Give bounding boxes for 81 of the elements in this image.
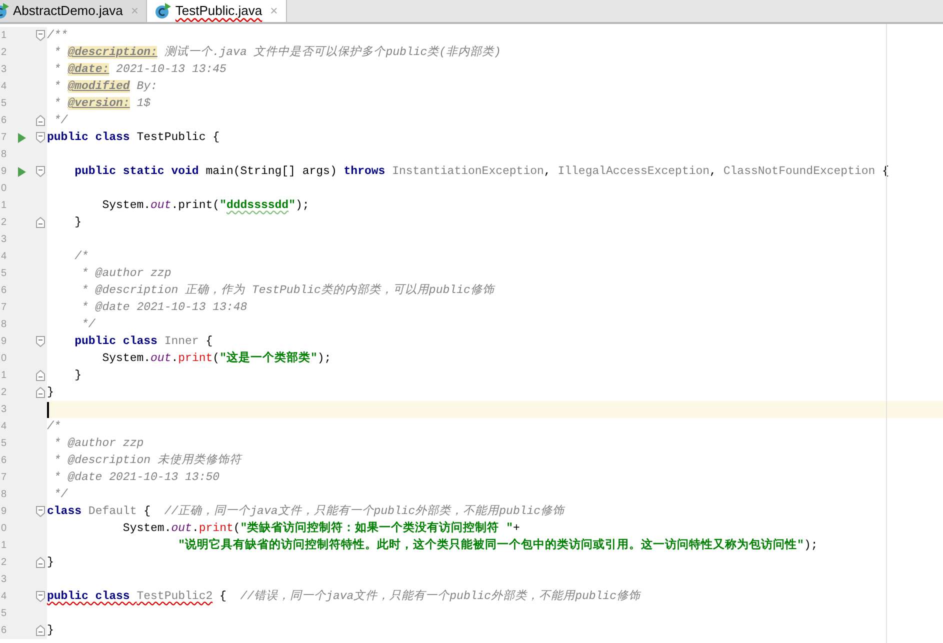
- line-number: 7: [1, 472, 7, 483]
- code-line: */: [52, 113, 68, 129]
- code-line: class Default { //正确，同一个java文件，只能有一个public外部类，不能用public修饰: [47, 503, 565, 520]
- line-number: 5: [1, 98, 7, 109]
- code-line: System.out.print("dddssssdd");: [101, 198, 310, 214]
- line-number: 4: [1, 420, 7, 432]
- line-number: 4: [1, 250, 7, 262]
- code-line: * @date 2021-10-13 13:48: [80, 300, 248, 316]
- code-line: /**: [47, 28, 68, 44]
- line-number: 8: [1, 488, 7, 500]
- line-number: 3: [1, 234, 7, 245]
- fold-icon[interactable]: [36, 506, 45, 517]
- line-number: 1: [1, 540, 7, 551]
- code-line: System.out.print("类缺省访问控制符：如果一个类没有访问控制符 "+: [122, 520, 520, 537]
- code-line: }: [74, 215, 82, 231]
- fold-icon[interactable]: [36, 336, 45, 347]
- code-line: "说明它具有缺省的访问控制符特性。此时，这个类只能被同一个包中的类访问或引用。这一访问特性又称为包访问性");: [177, 537, 818, 554]
- line-number: 1: [1, 200, 7, 211]
- code-line: * @description 正确，作为 TestPublic类的内部类，可以用public修饰: [80, 282, 494, 299]
- line-number: 4: [1, 590, 7, 602]
- tab-label: TestPublic.java: [175, 2, 262, 20]
- line-number: 2: [1, 556, 7, 568]
- tab-label: AbstractDemo.java: [13, 2, 123, 20]
- line-number: 5: [1, 438, 7, 449]
- fold-icon[interactable]: [36, 132, 45, 143]
- line-number: 2: [1, 386, 7, 398]
- code-line: */: [52, 487, 68, 503]
- code-line: * @author zzp: [52, 436, 144, 452]
- code-line: public class TestPublic2 { //错误，同一个java文件，只能有一个public外部类，不能用public修饰: [47, 588, 640, 605]
- code-line: * @date 2021-10-13 13:50: [52, 470, 220, 486]
- fold-icon[interactable]: [36, 30, 45, 41]
- play-icon[interactable]: [18, 166, 26, 176]
- fold-icon[interactable]: [36, 166, 45, 177]
- code-line: }: [47, 385, 54, 401]
- code-line: public class TestPublic {: [47, 130, 220, 146]
- fold-icon[interactable]: [36, 217, 45, 228]
- line-number: 6: [1, 624, 7, 636]
- code-line: }: [47, 623, 54, 639]
- editor-tab[interactable]: AbstractDemo.java ×: [0, 0, 148, 22]
- line-number: 8: [1, 148, 7, 160]
- line-number: 2: [1, 46, 7, 58]
- code-line: }: [74, 368, 82, 384]
- code-line: * @description 未使用类修饰符: [52, 452, 242, 469]
- code-line: }: [47, 555, 54, 571]
- line-number: 0: [1, 522, 7, 534]
- fold-icon[interactable]: [36, 591, 45, 602]
- fold-icon[interactable]: [36, 387, 45, 398]
- code-line: * @author zzp: [80, 266, 172, 282]
- fold-icon[interactable]: [36, 625, 45, 636]
- code-line: */: [80, 317, 96, 333]
- line-number: 0: [1, 182, 7, 194]
- line-number: 9: [1, 506, 7, 517]
- fold-icon[interactable]: [36, 370, 45, 381]
- fold-icon[interactable]: [36, 557, 45, 568]
- line-number: 1: [1, 370, 7, 381]
- code-line: public class Inner {: [74, 334, 213, 350]
- editor-tab[interactable]: TestPublic.java ×: [147, 0, 287, 22]
- line-number: 7: [1, 302, 7, 313]
- line-number: 5: [1, 268, 7, 279]
- line-number: 6: [1, 454, 7, 466]
- line-number: 3: [1, 64, 7, 75]
- line-number: 9: [1, 336, 7, 347]
- line-number: 7: [1, 132, 7, 143]
- play-icon[interactable]: [18, 132, 26, 142]
- line-number: 0: [1, 352, 7, 364]
- class-icon: [155, 3, 172, 19]
- line-number: 2: [1, 216, 7, 228]
- line-number: 8: [1, 318, 7, 330]
- line-number: 1: [1, 30, 7, 41]
- code-line: /*: [47, 419, 61, 435]
- line-number: 3: [1, 404, 7, 415]
- code-line: /*: [74, 249, 88, 265]
- fold-icon[interactable]: [36, 115, 45, 126]
- line-number: 5: [1, 608, 7, 619]
- text-caret: [47, 402, 49, 418]
- line-number: 6: [1, 114, 7, 126]
- line-number: 9: [1, 166, 7, 177]
- line-number: 6: [1, 284, 7, 296]
- line-number: 3: [1, 574, 7, 585]
- line-number: 4: [1, 80, 7, 92]
- code-line: System.out.print("这是一个类部类");: [101, 350, 332, 367]
